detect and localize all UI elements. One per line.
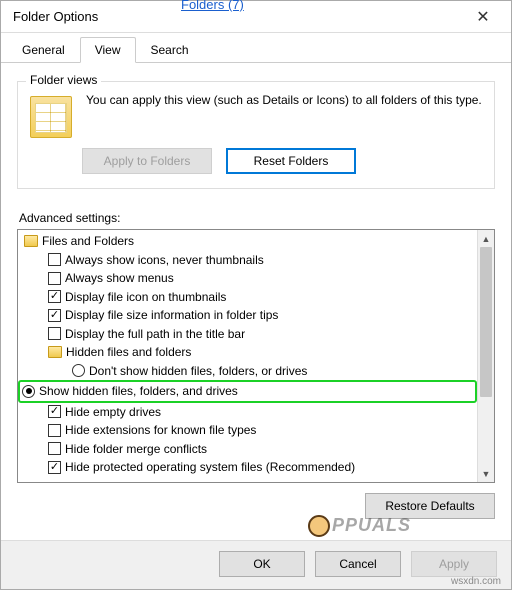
radio-label: Show hidden files, folders, and drives (39, 382, 238, 401)
advanced-settings-tree: Files and Folders Always show icons, nev… (17, 229, 495, 483)
tree-item[interactable]: ✓ Display file size information in folde… (20, 306, 477, 325)
tree-item[interactable]: Hide extensions for known file types (20, 421, 477, 440)
tree-group-label: Hidden files and folders (66, 343, 191, 362)
radio-option-show-hidden[interactable]: Show hidden files, folders, and drives (18, 380, 477, 403)
tree-item[interactable]: ✓ Hide protected operating system files … (20, 458, 477, 477)
tab-general[interactable]: General (7, 37, 80, 62)
checkbox-icon[interactable] (48, 424, 61, 437)
apply-to-folders-button: Apply to Folders (82, 148, 212, 174)
tree-item-label: Hide protected operating system files (R… (65, 458, 355, 477)
folder-views-description: You can apply this view (such as Details… (86, 92, 484, 108)
folder-options-window: Folders (7) Folder Options ✕ General Vie… (0, 0, 512, 590)
radio-icon[interactable] (22, 385, 35, 398)
tree-item-label: Hide extensions for known file types (65, 421, 256, 440)
checkbox-icon[interactable] (48, 442, 61, 455)
restore-defaults-button[interactable]: Restore Defaults (365, 493, 495, 519)
advanced-settings-label: Advanced settings: (19, 211, 495, 225)
reset-folders-button[interactable]: Reset Folders (226, 148, 356, 174)
tree-item-label: Display the full path in the title bar (65, 325, 245, 344)
tree-item[interactable]: Hide folder merge conflicts (20, 440, 477, 459)
tree-group-hidden: Hidden files and folders (20, 343, 477, 362)
tree-item-label: Always show menus (65, 269, 174, 288)
tree-item-label: Hide empty drives (65, 403, 161, 422)
scrollbar[interactable]: ▲ ▼ (477, 230, 494, 482)
source-tag: wsxdn.com (451, 576, 501, 587)
window-title: Folder Options (13, 9, 98, 24)
radio-option-dont-show[interactable]: Don't show hidden files, folders, or dri… (20, 362, 477, 381)
folder-icon (24, 235, 38, 247)
scroll-up-icon[interactable]: ▲ (478, 230, 494, 247)
tabstrip: General View Search (1, 33, 511, 63)
checkbox-icon[interactable] (48, 327, 61, 340)
tree-item[interactable]: Always show menus (20, 269, 477, 288)
close-button[interactable]: ✕ (463, 3, 503, 31)
checkbox-icon[interactable]: ✓ (48, 309, 61, 322)
scroll-track[interactable] (478, 247, 494, 465)
checkbox-icon[interactable]: ✓ (48, 405, 61, 418)
tab-content: Folder views You can apply this view (su… (1, 63, 511, 527)
tree-root: Files and Folders (20, 232, 477, 251)
scroll-down-icon[interactable]: ▼ (478, 465, 494, 482)
tree-item[interactable]: ✓ Hide empty drives (20, 403, 477, 422)
apply-button: Apply (411, 551, 497, 577)
tree-item[interactable]: Display the full path in the title bar (20, 325, 477, 344)
folder-views-group: Folder views You can apply this view (su… (17, 81, 495, 189)
checkbox-icon[interactable] (48, 272, 61, 285)
folder-icon (48, 346, 62, 358)
titlebar: Folder Options ✕ (1, 1, 511, 33)
dialog-footer: OK Cancel Apply (1, 540, 511, 589)
tree-item-label: Hide folder merge conflicts (65, 440, 207, 459)
checkbox-icon[interactable] (48, 253, 61, 266)
ok-button[interactable]: OK (219, 551, 305, 577)
scroll-thumb[interactable] (480, 247, 492, 397)
tree-root-label: Files and Folders (42, 232, 134, 251)
checkbox-icon[interactable]: ✓ (48, 290, 61, 303)
background-link: Folders (7) (181, 0, 244, 12)
folder-views-legend: Folder views (26, 73, 101, 87)
tab-search[interactable]: Search (136, 37, 204, 62)
tree-item-label: Display file size information in folder … (65, 306, 278, 325)
radio-icon[interactable] (72, 364, 85, 377)
radio-label: Don't show hidden files, folders, or dri… (89, 362, 307, 381)
checkbox-icon[interactable]: ✓ (48, 461, 61, 474)
tree-item[interactable]: Always show icons, never thumbnails (20, 251, 477, 270)
folder-grid-icon (30, 96, 72, 138)
tree-item[interactable]: ✓ Display file icon on thumbnails (20, 288, 477, 307)
tab-view[interactable]: View (80, 37, 136, 63)
cancel-button[interactable]: Cancel (315, 551, 401, 577)
tree-item-label: Always show icons, never thumbnails (65, 251, 264, 270)
tree-item-label: Display file icon on thumbnails (65, 288, 226, 307)
